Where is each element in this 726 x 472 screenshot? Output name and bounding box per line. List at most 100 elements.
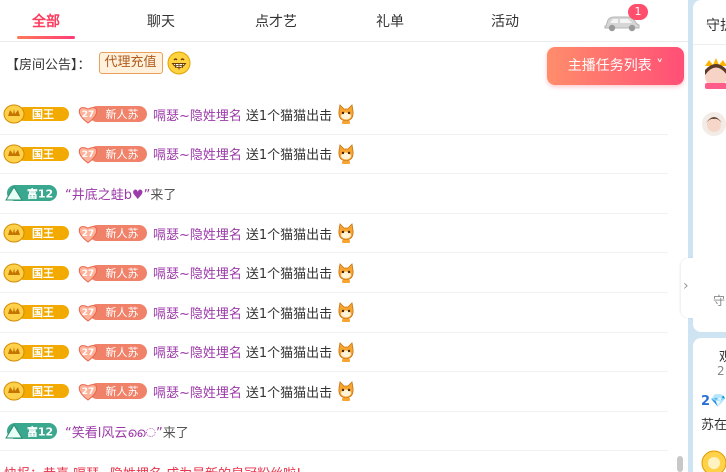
username-link[interactable]: 嗝瑟~隐姓埋名	[153, 224, 242, 243]
chat-message: 国王 27 新人苏 嗝瑟~隐姓埋名 送1个猫猫出击	[0, 372, 668, 412]
agent-recharge-link[interactable]: 代理充值	[98, 52, 163, 74]
gift-message: 送1个猫猫出击	[245, 108, 333, 124]
notice-label: 【房间公告】：	[6, 57, 91, 73]
enter-message: “笑看l风云ൈ”来了	[65, 422, 189, 441]
cat-gift-icon	[338, 144, 354, 164]
gift-message: 送1个猫猫出击	[245, 346, 333, 362]
username-link[interactable]: 嗝瑟~隐姓埋名	[153, 342, 242, 361]
svg-text:27: 27	[82, 150, 95, 160]
gift-message: 送1个猫猫出击	[245, 267, 333, 283]
tab-chat[interactable]: 聊天	[131, 11, 191, 31]
tab-gift-list[interactable]: 礼单	[360, 11, 420, 31]
svg-text:国王: 国王	[32, 108, 54, 121]
divider	[693, 44, 726, 45]
username-link[interactable]: 嗝瑟~隐姓埋名	[153, 263, 242, 282]
guardian-panel: 守护 守	[693, 0, 726, 332]
gift-message: 送1个猫猫出击	[245, 385, 333, 401]
task-button-label: 主播任务列表	[567, 58, 652, 74]
enter-suffix: 来了	[162, 425, 189, 441]
svg-text:新人苏: 新人苏	[106, 107, 139, 121]
cat-gift-icon	[338, 381, 354, 402]
gift-message: 送1个猫猫出击	[245, 227, 333, 243]
chat-message: 国王 27 新人苏 嗝瑟~隐姓埋名 送1个猫猫出击	[0, 333, 668, 373]
audience-title: 观	[719, 350, 726, 365]
chat-scrollbar[interactable]	[671, 95, 679, 472]
svg-text:国王: 国王	[32, 385, 54, 398]
guardian-title: 守护	[706, 18, 726, 34]
king-rank-badge: 国王	[3, 104, 69, 124]
cat-gift-icon	[338, 302, 354, 323]
svg-text:国王: 国王	[32, 346, 54, 359]
username-link[interactable]: “井底之蛙b♥”	[65, 188, 150, 203]
audience-count: 2	[717, 364, 725, 378]
king-rank-badge: 国王	[3, 144, 69, 164]
svg-text:新人苏: 新人苏	[106, 345, 139, 359]
svg-text:新人苏: 新人苏	[106, 266, 139, 280]
audience-avatar[interactable]	[701, 450, 726, 472]
fan-level-badge: 27 新人苏	[78, 304, 147, 322]
svg-text:新人苏: 新人苏	[106, 147, 139, 161]
tab-all[interactable]: 全部	[16, 11, 76, 31]
gift-message: 送1个猫猫出击	[245, 148, 333, 164]
chat-message-list[interactable]: 国王 27 新人苏 嗝瑟~隐姓埋名 送1个猫猫出击 国王 27 新人苏 嗝瑟~隐姓埋名 送1个猫猫…	[0, 95, 668, 452]
king-rank-badge: 国王	[3, 302, 69, 322]
svg-text:国王: 国王	[32, 267, 54, 280]
svg-text:国王: 国王	[32, 148, 54, 161]
chat-message: 富12 “井底之蛙b♥”来了	[0, 174, 668, 214]
svg-text:27: 27	[82, 229, 95, 239]
diamond-rank: 2💎	[701, 394, 726, 409]
chat-message: 国王 27 新人苏 嗝瑟~隐姓埋名 送1个猫猫出击	[0, 214, 668, 254]
wealth-level-badge: 富12	[5, 185, 57, 202]
svg-text:27: 27	[82, 348, 95, 358]
svg-text:27: 27	[82, 387, 95, 397]
fan-level-badge: 27 新人苏	[78, 343, 147, 362]
chevron-right-icon: ›	[683, 278, 689, 294]
wealth-level-badge: 富12	[5, 423, 57, 440]
audience-user-name: 苏在	[701, 418, 726, 433]
grin-emoji-icon	[167, 51, 191, 75]
chat-message: 国王 27 新人苏 嗝瑟~隐姓埋名 送1个猫猫出击	[0, 135, 668, 175]
room-notice: 【房间公告】： 代理充值	[6, 50, 191, 76]
guardian-avatar[interactable]	[701, 56, 726, 90]
username-link[interactable]: 嗝瑟~隐姓埋名	[153, 105, 242, 124]
svg-text:新人苏: 新人苏	[106, 305, 139, 319]
username-link[interactable]: 嗝瑟~隐姓埋名	[153, 144, 242, 163]
chat-message: 国王 27 新人苏 嗝瑟~隐姓埋名 送1个猫猫出击	[0, 95, 668, 135]
username-link[interactable]: “笑看l风云ൈ”	[65, 426, 163, 441]
guardian-footer-text: 守	[713, 294, 726, 308]
tab-bar: 全部 聊天 点才艺 礼单 活动 1	[0, 0, 688, 42]
username-link[interactable]: 嗝瑟~隐姓埋名	[153, 382, 242, 401]
tab-talent[interactable]: 点才艺	[246, 11, 306, 31]
chat-panel: 全部 聊天 点才艺 礼单 活动 1 【房间公告】： 代理充值 主播任务列表 ˅ …	[0, 0, 688, 472]
svg-text:富12: 富12	[27, 187, 53, 201]
cat-gift-icon	[338, 262, 354, 283]
svg-text:新人苏: 新人苏	[106, 384, 139, 398]
notification-badge: 1	[628, 4, 648, 20]
username-link[interactable]: 嗝瑟~隐姓埋名	[153, 303, 242, 322]
svg-text:新人苏: 新人苏	[106, 226, 139, 240]
chat-message: 国王 27 新人苏 嗝瑟~隐姓埋名 送1个猫猫出击	[0, 293, 668, 333]
chat-message: 国王 27 新人苏 嗝瑟~隐姓埋名 送1个猫猫出击	[0, 253, 668, 293]
streamer-task-list-button[interactable]: 主播任务列表 ˅	[547, 47, 684, 85]
cat-gift-icon	[338, 342, 354, 362]
fan-level-badge: 27 新人苏	[78, 106, 147, 124]
king-rank-badge: 国王	[3, 342, 69, 362]
king-rank-badge: 国王	[3, 223, 69, 243]
scrollbar-thumb[interactable]	[677, 456, 683, 472]
cat-gift-icon	[338, 223, 354, 244]
fan-level-badge: 27 新人苏	[78, 383, 147, 402]
svg-text:27: 27	[82, 110, 95, 120]
enter-message: “井底之蛙b♥”来了	[65, 184, 176, 203]
fan-level-badge: 27 新人苏	[78, 264, 147, 283]
tab-activity[interactable]: 活动	[475, 11, 535, 31]
user-avatar[interactable]	[701, 111, 726, 137]
king-rank-badge: 国王	[3, 263, 69, 283]
active-tab-indicator	[17, 36, 75, 39]
svg-text:国王: 国王	[32, 227, 54, 240]
gift-message: 送1个猫猫出击	[245, 306, 333, 322]
svg-text:27: 27	[82, 269, 95, 279]
enter-suffix: 来了	[150, 187, 177, 203]
svg-text:国王: 国王	[32, 306, 54, 319]
svg-text:富12: 富12	[27, 425, 53, 439]
king-rank-badge: 国王	[3, 381, 69, 401]
